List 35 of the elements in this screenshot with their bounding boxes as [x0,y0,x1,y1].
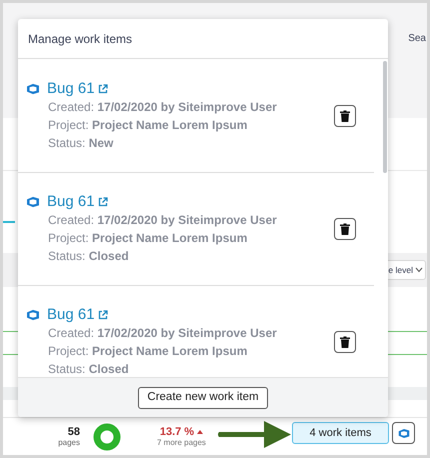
search-label: Sea [408,32,426,46]
work-items-button[interactable]: 4 work items [292,422,389,444]
external-link-icon [98,310,108,320]
work-item-detail: Project: Project Name Lorem Ipsum [48,230,248,247]
scrollbar[interactable] [383,61,387,173]
work-item-detail: Status: Closed [48,248,130,265]
trash-icon [340,110,350,122]
devops-button[interactable] [392,422,415,444]
up-triangle-icon [197,430,204,434]
create-work-item-button[interactable]: Create new work item [138,386,268,408]
work-item-detail: Project: Project Name Lorem Ipsum [48,343,248,360]
level-select[interactable]: e level [385,260,426,280]
change-percent: 13.7 % [160,426,194,438]
popover-title: Manage work items [28,30,132,48]
page-count: 58 [68,426,80,438]
work-item-detail: Status: Closed [48,361,130,377]
trash-icon [340,336,350,348]
external-link-icon [98,84,108,94]
delete-button[interactable] [334,218,356,240]
donut-chart-icon [93,422,121,450]
delete-button[interactable] [334,104,356,126]
work-item-detail: Project: Project Name Lorem Ipsum [48,116,248,134]
work-item-detail: Created: 17/02/2020 by Siteimprove User [48,212,278,229]
change-detail: 7 more pages [157,438,206,448]
work-item-detail: Created: 17/02/2020 by Siteimprove User [48,98,278,116]
delete-button[interactable] [334,331,356,353]
chevron-icon [415,267,423,273]
work-item-link[interactable]: Bug 61 [47,306,108,324]
external-link-icon [98,197,108,207]
work-item-link[interactable]: Bug 61 [47,80,108,98]
trash-icon [340,223,350,235]
page-count-label: pages [58,438,80,448]
work-item-detail: Status: New [48,134,114,152]
work-item-detail: Created: 17/02/2020 by Siteimprove User [48,325,278,342]
work-item-link[interactable]: Bug 61 [47,193,108,211]
